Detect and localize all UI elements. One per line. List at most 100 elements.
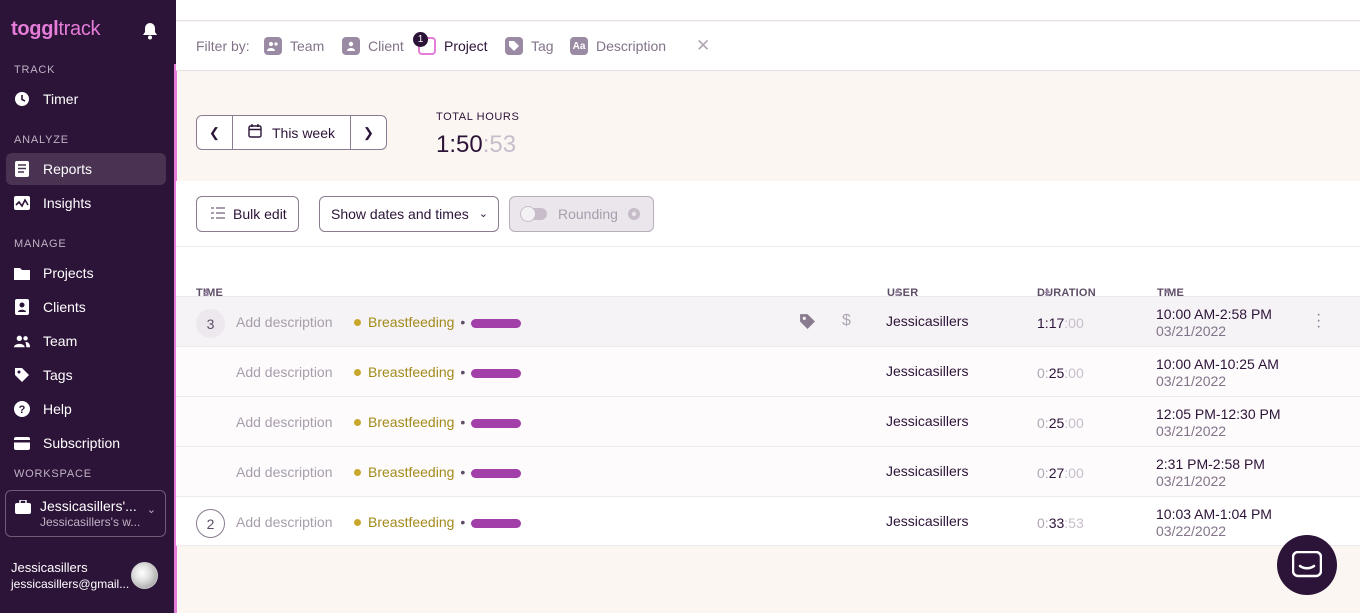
- sidebar-item-reports[interactable]: Reports: [6, 153, 166, 185]
- filter-team-label: Team: [290, 38, 325, 54]
- sidebar-item-subscription[interactable]: Subscription: [6, 427, 166, 459]
- logo-main: toggl: [11, 18, 59, 40]
- project-label[interactable]: Breastfeeding •: [354, 314, 522, 330]
- workspace-switcher[interactable]: Jessicasillers'... Jessicasillers's w...…: [5, 490, 166, 537]
- sidebar-item-timer[interactable]: Timer: [6, 83, 166, 115]
- close-icon[interactable]: ✕: [696, 36, 710, 56]
- chevron-left-icon[interactable]: ❮: [197, 116, 232, 149]
- show-dates-select[interactable]: Show dates and times ⌄: [319, 196, 499, 232]
- time-cell[interactable]: 10:00 AM-2:58 PM 03/21/2022: [1156, 306, 1272, 340]
- client-icon: [14, 299, 30, 315]
- project-dot: [354, 468, 361, 476]
- tag-icon: [14, 367, 30, 383]
- time-cell[interactable]: 10:03 AM-1:04 PM 03/22/2022: [1156, 506, 1272, 540]
- avatar[interactable]: [131, 562, 158, 589]
- user-cell: Jessicasillers: [886, 463, 969, 479]
- sidebar: toggltrack TRACK Timer ANALYZE Reports I…: [0, 0, 176, 613]
- app-window: toggltrack TRACK Timer ANALYZE Reports I…: [0, 0, 1360, 613]
- sidebar-item-team[interactable]: Team: [6, 325, 166, 357]
- total-seconds: :53: [482, 131, 517, 158]
- reports-icon: [14, 161, 30, 177]
- filter-description[interactable]: Aa Description: [570, 37, 666, 55]
- duration-cell[interactable]: 0:27:00: [1037, 465, 1084, 481]
- chevron-right-icon[interactable]: ❯: [351, 116, 386, 149]
- rounding-label: Rounding: [558, 206, 618, 222]
- filter-bar: Filter by: Team Client Project 1 Tag Aa …: [176, 22, 1360, 71]
- user-email: jessicasillers@gmail...: [11, 577, 130, 591]
- filter-team[interactable]: Team: [264, 37, 324, 55]
- project-dot: [354, 418, 361, 426]
- time-cell[interactable]: 12:05 PM-12:30 PM 03/21/2022: [1156, 406, 1281, 440]
- project-label[interactable]: Breastfeeding •: [354, 514, 522, 530]
- project-dot: [354, 368, 361, 376]
- period-button[interactable]: This week: [232, 116, 351, 149]
- user-cell: Jessicasillers: [886, 363, 969, 379]
- duration-cell[interactable]: 0:25:00: [1037, 365, 1084, 381]
- sidebar-item-label: Clients: [43, 299, 86, 315]
- project-label[interactable]: Breastfeeding •: [354, 464, 522, 480]
- description-icon: Aa: [570, 37, 588, 55]
- clock-icon: [14, 91, 30, 107]
- total-hours-label: TOTAL HOURS: [436, 111, 520, 123]
- table-row[interactable]: 2 Add description Breastfeeding • Jessica…: [176, 496, 1360, 546]
- time-cell[interactable]: 2:31 PM-2:58 PM 03/21/2022: [1156, 456, 1265, 490]
- user-info[interactable]: Jessicasillers jessicasillers@gmail...: [11, 560, 129, 591]
- sidebar-item-clients[interactable]: Clients: [6, 291, 166, 323]
- logo[interactable]: toggltrack: [11, 18, 101, 41]
- project-label[interactable]: Breastfeeding •: [354, 364, 522, 380]
- filter-count-badge: 1: [413, 32, 428, 47]
- filter-client[interactable]: Client: [342, 37, 404, 55]
- bulk-edit-label: Bulk edit: [233, 206, 287, 222]
- bell-icon[interactable]: [142, 22, 158, 40]
- period-label: This week: [271, 124, 336, 141]
- filter-project[interactable]: Project: [418, 37, 488, 55]
- filter-label: Filter by:: [196, 38, 250, 54]
- sidebar-item-projects[interactable]: Projects: [6, 257, 166, 289]
- description-field[interactable]: Add description: [236, 514, 333, 530]
- gear-icon[interactable]: [626, 206, 642, 225]
- table-row[interactable]: Add description Breastfeeding • Jessicasi…: [176, 446, 1360, 496]
- description-field[interactable]: Add description: [236, 464, 333, 480]
- time-cell[interactable]: 10:00 AM-10:25 AM 03/21/2022: [1156, 356, 1279, 390]
- sidebar-item-insights[interactable]: Insights: [6, 187, 166, 219]
- more-vertical-icon[interactable]: · · ·: [1316, 307, 1321, 335]
- team-icon: [14, 333, 30, 349]
- chat-icon[interactable]: [1277, 535, 1337, 595]
- description-field[interactable]: Add description: [236, 314, 333, 330]
- bulk-edit-button[interactable]: Bulk edit: [196, 196, 299, 232]
- table-row[interactable]: Add description Breastfeeding • Jessicasi…: [176, 396, 1360, 446]
- duration-cell[interactable]: 0:25:00: [1037, 415, 1084, 431]
- dollar-icon[interactable]: $: [842, 312, 851, 330]
- sidebar-item-tags[interactable]: Tags: [6, 359, 166, 391]
- user-cell: Jessicasillers: [886, 313, 969, 329]
- duration-cell[interactable]: 0:33:53: [1037, 515, 1084, 531]
- user-name: Jessicasillers: [11, 560, 88, 575]
- section-track: TRACK: [14, 64, 56, 76]
- date-range-picker: ❮ This week ❯: [196, 115, 387, 150]
- sidebar-item-label: Tags: [43, 367, 73, 383]
- section-analyze: ANALYZE: [14, 134, 69, 146]
- table-row[interactable]: Add description Breastfeeding • Jessicasi…: [176, 346, 1360, 396]
- description-field[interactable]: Add description: [236, 364, 333, 380]
- table-header: TIME ENTRY▲▼ USER▲▼ DURATION▲▼ TIME▲: [176, 246, 1360, 311]
- calendar-icon: [248, 124, 262, 141]
- description-field[interactable]: Add description: [236, 414, 333, 430]
- logo-sub: track: [58, 18, 101, 40]
- time-entries-table: TIME ENTRY▲▼ USER▲▼ DURATION▲▼ TIME▲ 3 A…: [176, 246, 1360, 546]
- duration-cell[interactable]: 1:17:00: [1037, 315, 1084, 331]
- table-row[interactable]: 3 Add description Breastfeeding • $ Jessi…: [176, 296, 1360, 346]
- rounding-toggle[interactable]: Rounding: [509, 196, 654, 232]
- tag-icon[interactable]: [799, 313, 816, 333]
- group-count[interactable]: 2: [196, 509, 225, 538]
- redacted-client: [471, 418, 522, 428]
- sidebar-item-help[interactable]: ? Help: [6, 393, 166, 425]
- redacted-client: [471, 468, 522, 478]
- toggle-switch[interactable]: [520, 206, 547, 222]
- filter-tag[interactable]: Tag: [505, 37, 554, 55]
- project-label[interactable]: Breastfeeding •: [354, 414, 522, 430]
- sidebar-item-label: Reports: [43, 161, 93, 177]
- filter-project-label: Project: [444, 38, 488, 54]
- redacted-client: [471, 518, 522, 528]
- sidebar-item-label: Team: [43, 333, 78, 349]
- group-count[interactable]: 3: [196, 309, 225, 338]
